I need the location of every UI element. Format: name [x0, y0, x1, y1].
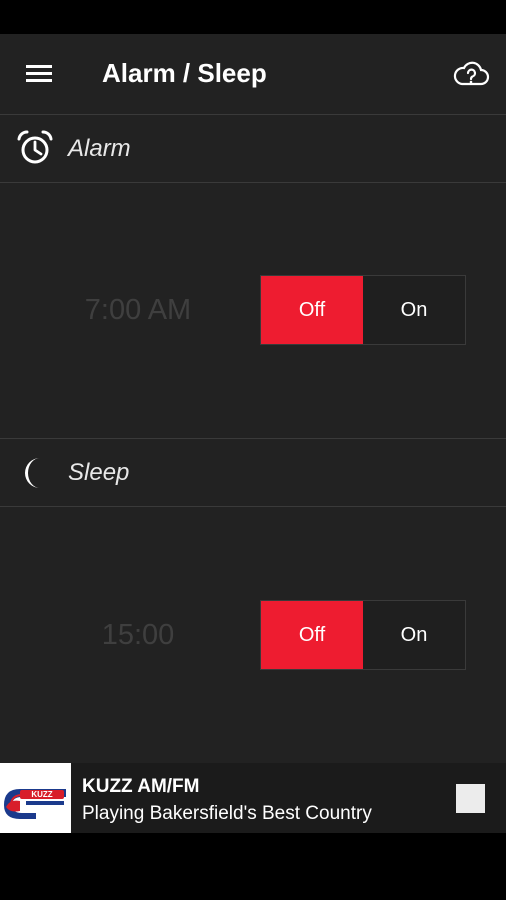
- alarm-section-label: Alarm: [68, 135, 131, 162]
- stop-icon[interactable]: [456, 784, 485, 813]
- divider: [0, 506, 506, 507]
- page-title: Alarm / Sleep: [102, 58, 267, 88]
- alarm-time[interactable]: 7:00 AM: [38, 294, 238, 327]
- kuzz-logo-image: KUZZ: [0, 763, 71, 833]
- crescent-moon-icon: [25, 458, 40, 488]
- alarm-toggle: Off On: [260, 275, 466, 345]
- station-logo[interactable]: KUZZ: [0, 763, 71, 833]
- alarm-off-button[interactable]: Off: [261, 276, 363, 344]
- sleep-off-button[interactable]: Off: [261, 601, 363, 669]
- divider: [0, 182, 506, 183]
- sleep-time[interactable]: 15:00: [38, 619, 238, 652]
- sleep-on-button[interactable]: On: [363, 601, 465, 669]
- alarm-section-header: Alarm: [0, 115, 506, 183]
- sleep-section-label: Sleep: [68, 459, 130, 486]
- alarm-on-button[interactable]: On: [363, 276, 465, 344]
- logo-text: KUZZ: [31, 790, 52, 799]
- navigation-bar: [0, 833, 506, 900]
- toolbar: Alarm / Sleep: [0, 34, 506, 114]
- sleep-section-header: Sleep: [0, 439, 506, 507]
- station-description: Playing Bakersfield's Best Country: [82, 803, 372, 824]
- app-screen: Alarm / Sleep Alarm 7:00 AM Off On Sleep: [0, 34, 506, 833]
- now-playing-bar[interactable]: KUZZ KUZZ AM/FM Playing Bakersfield's Be…: [0, 763, 506, 833]
- cloud-question-icon[interactable]: [452, 60, 490, 90]
- sleep-toggle: Off On: [260, 600, 466, 670]
- station-name: KUZZ AM/FM: [82, 776, 200, 797]
- hamburger-menu-icon[interactable]: [26, 65, 54, 85]
- status-bar: [0, 0, 506, 34]
- alarm-clock-icon: [17, 130, 53, 164]
